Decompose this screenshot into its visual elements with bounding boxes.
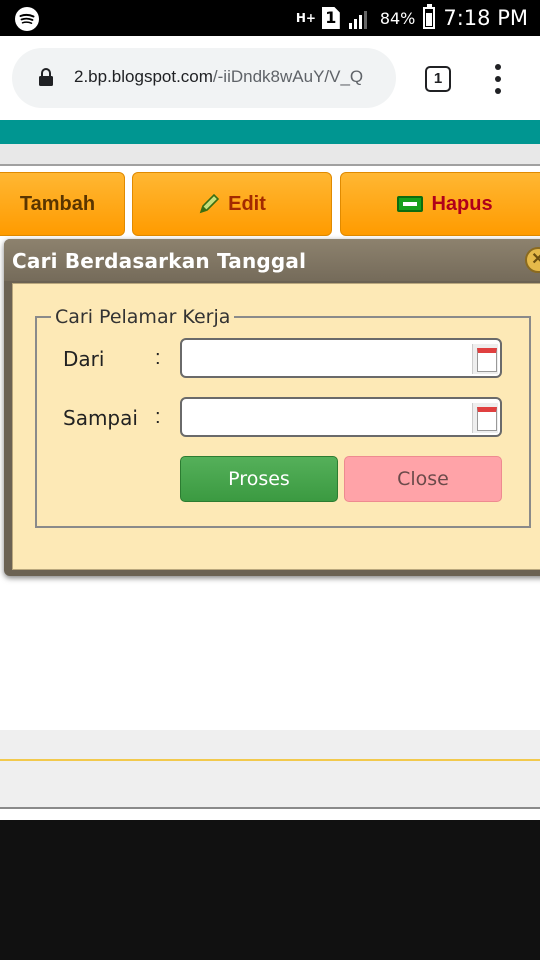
web-page: Tambah Edit Hapus Cari Berdasarkan Tangg… (0, 120, 540, 820)
lock-icon (39, 68, 53, 86)
from-date-input[interactable] (186, 344, 466, 372)
to-label: Sampai (63, 406, 138, 430)
dialog-body: Cari Pelamar Kerja Dari : Sampai : Prose… (12, 283, 540, 570)
close-x-icon[interactable]: ✕ (525, 247, 540, 273)
url-text[interactable]: 2.bp.blogspot.com/-iiDndk8wAuY/V_Q (74, 67, 384, 87)
add-button[interactable]: Tambah (0, 172, 125, 236)
header-band (0, 120, 540, 144)
dialog-titlebar[interactable]: Cari Berdasarkan Tanggal ✕ (4, 239, 540, 281)
address-bar[interactable]: 2.bp.blogspot.com/-iiDndk8wAuY/V_Q (12, 48, 396, 108)
to-date-field[interactable] (180, 397, 502, 437)
tab-switcher-button[interactable]: 1 (425, 66, 451, 92)
url-host: 2.bp.blogspot.com (74, 67, 213, 86)
add-button-label: Tambah (19, 192, 96, 215)
status-bar: H+ 1 84% 7:18 PM (0, 0, 540, 36)
action-toolbar: Tambah Edit Hapus (0, 172, 540, 238)
battery-percentage: 84% (379, 8, 416, 28)
process-button[interactable]: Proses (180, 456, 338, 502)
spotify-icon (15, 7, 39, 31)
from-label: Dari (63, 347, 105, 371)
from-date-field[interactable] (180, 338, 502, 378)
clock: 7:18 PM (443, 6, 528, 30)
browser-toolbar: 2.bp.blogspot.com/-iiDndk8wAuY/V_Q 1 (0, 36, 540, 120)
network-type-indicator: H+ (295, 11, 316, 25)
system-navigation-area (0, 820, 540, 960)
dialog-title: Cari Berdasarkan Tanggal (12, 249, 307, 273)
url-path: /-iiDndk8wAuY/V_Q (212, 67, 364, 86)
overflow-menu-icon[interactable] (485, 64, 511, 94)
calendar-icon[interactable] (472, 403, 498, 433)
sim-icon: 1 (321, 7, 340, 29)
close-button[interactable]: Close (344, 456, 502, 502)
footer-area (0, 761, 540, 809)
date-search-dialog: Cari Berdasarkan Tanggal ✕ Cari Pelamar … (4, 239, 540, 576)
edit-button-label: Edit (228, 192, 266, 215)
to-colon: : (155, 406, 161, 428)
signal-icon (348, 11, 367, 29)
delete-button[interactable]: Hapus (340, 172, 540, 236)
edit-button[interactable]: Edit (132, 172, 332, 236)
from-colon: : (155, 347, 161, 369)
menu-strip (0, 144, 540, 166)
delete-button-label: Hapus (431, 192, 493, 215)
calendar-icon[interactable] (472, 344, 498, 374)
to-date-input[interactable] (186, 403, 466, 431)
footer-band (0, 730, 540, 760)
minus-icon (397, 196, 424, 212)
pencil-icon (199, 193, 220, 214)
battery-icon (423, 4, 436, 29)
fieldset-legend: Cari Pelamar Kerja (55, 306, 231, 328)
